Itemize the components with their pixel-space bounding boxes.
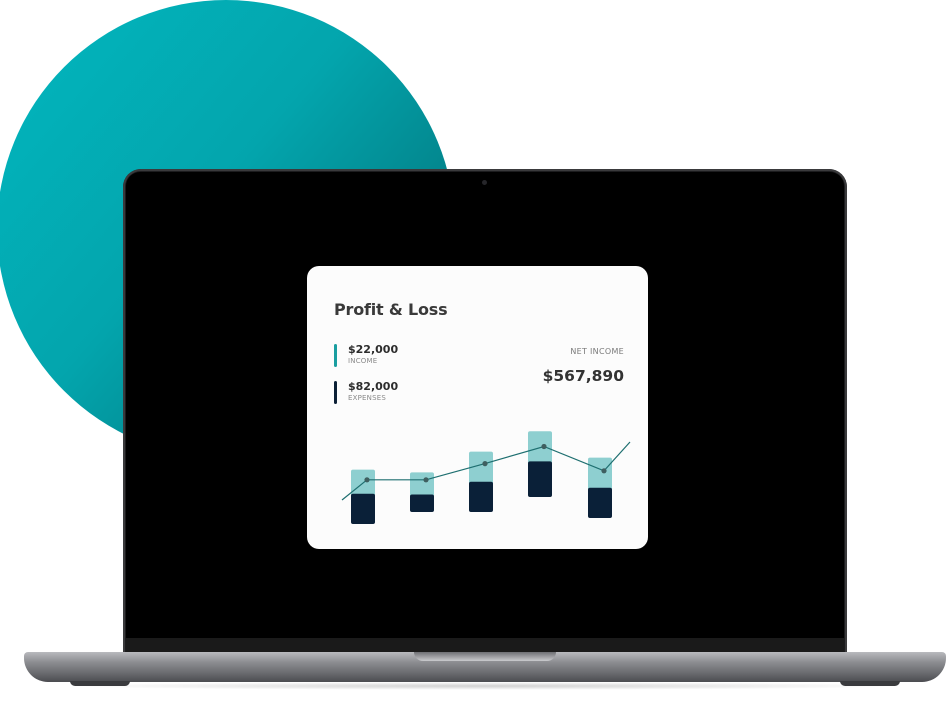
profit-loss-chart (341, 431, 631, 524)
expense-bar (351, 493, 375, 524)
trend-point (482, 461, 488, 467)
income-bar (588, 457, 612, 492)
camera-icon (482, 180, 487, 185)
expense-bar (588, 487, 612, 518)
screen-bezel-bottom (126, 638, 844, 652)
laptop-shadow (60, 682, 910, 690)
stage: Profit & Loss $22,000 INCOME $82,000 EXP… (0, 0, 947, 722)
income-bar (469, 451, 493, 486)
expense-bar (410, 494, 434, 512)
trend-point (423, 477, 429, 483)
expense-bar (528, 461, 552, 497)
expense-bar (469, 481, 493, 512)
trend-point (364, 477, 370, 483)
laptop-opening-notch (414, 652, 556, 661)
trend-point (601, 468, 607, 474)
profit-loss-card: Profit & Loss $22,000 INCOME $82,000 EXP… (307, 266, 648, 549)
trend-point (541, 443, 547, 450)
